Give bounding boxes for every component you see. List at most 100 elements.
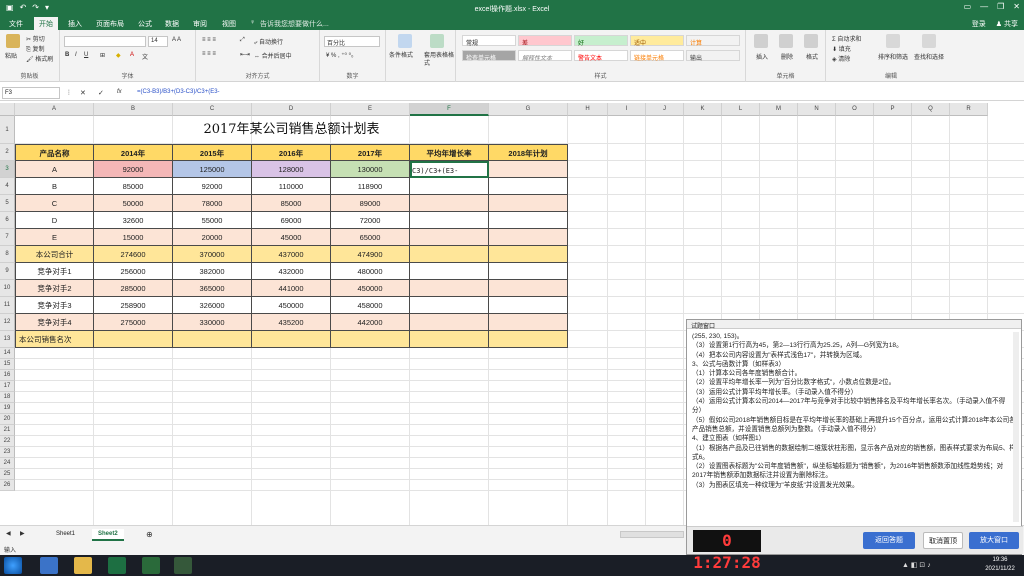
delete-cells-button[interactable]: 删除	[781, 52, 793, 61]
style-good[interactable]: 好	[574, 35, 628, 47]
row-header-11[interactable]: 11	[0, 297, 15, 314]
table-cell[interactable]	[410, 280, 489, 297]
row-header-22[interactable]: 22	[0, 436, 15, 447]
table-cell[interactable]: 256000	[94, 263, 173, 280]
table-cell[interactable]	[489, 195, 568, 212]
table-cell[interactable]: 15000	[94, 229, 173, 246]
row-header-7[interactable]: 7	[0, 229, 15, 246]
table-cell[interactable]: E	[15, 229, 94, 246]
tab-formulas[interactable]: 公式	[138, 19, 152, 29]
table-cell[interactable]: D	[15, 212, 94, 229]
row-header-10[interactable]: 10	[0, 280, 15, 297]
tell-me-input[interactable]: 告诉我您想要做什么...	[260, 19, 329, 29]
tab-file[interactable]: 文件	[9, 19, 23, 29]
table-header-cell[interactable]: 2018年计划	[489, 144, 568, 161]
table-cell[interactable]	[410, 178, 489, 195]
restore-icon[interactable]: ❐	[997, 2, 1004, 11]
table-header-cell[interactable]: 平均年增长率	[410, 144, 489, 161]
style-check-cell[interactable]: 检查单元格	[462, 50, 516, 62]
ribbon-display-icon[interactable]: ▭	[964, 2, 972, 11]
table-cell[interactable]: 437000	[252, 246, 331, 263]
column-header-e[interactable]: E	[331, 103, 410, 116]
table-header-cell[interactable]: 产品名称	[15, 144, 94, 161]
close-icon[interactable]: ✕	[1013, 2, 1020, 11]
row-header-26[interactable]: 26	[0, 480, 15, 491]
exam-taskbar-icon[interactable]	[174, 557, 192, 574]
start-icon[interactable]	[4, 557, 22, 574]
table-cell[interactable]: C3)/C3+(E3-	[410, 161, 489, 178]
wrap-text-button[interactable]: ⤶ 自动换行	[254, 37, 283, 47]
table-cell[interactable]	[489, 212, 568, 229]
format-painter-button[interactable]: 🖌 格式刷	[26, 54, 53, 63]
find-select-button[interactable]: 查找和选择	[914, 52, 944, 61]
italic-button[interactable]: I	[75, 52, 77, 58]
table-cell[interactable]	[410, 263, 489, 280]
excel-taskbar-icon[interactable]	[108, 557, 126, 574]
table-cell[interactable]: 382000	[173, 263, 252, 280]
paste-button[interactable]: 粘贴	[5, 51, 17, 60]
style-explanatory[interactable]: 解释性文本	[518, 50, 572, 62]
style-output[interactable]: 输出	[686, 50, 740, 62]
indent-icon[interactable]: ⇤⇥	[240, 51, 250, 58]
table-cell[interactable]	[410, 229, 489, 246]
explorer-icon[interactable]	[74, 557, 92, 574]
cancel-icon[interactable]: ✕	[80, 89, 86, 97]
style-normal[interactable]: 常规	[462, 35, 516, 47]
table-cell[interactable]	[410, 212, 489, 229]
table-cell[interactable]: 92000	[173, 178, 252, 195]
select-all[interactable]	[0, 103, 15, 116]
align-top-icon[interactable]: ≡ ≡ ≡	[202, 37, 216, 43]
table-cell[interactable]: 450000	[331, 280, 410, 297]
table-cell[interactable]: 130000	[331, 161, 410, 178]
table-cell[interactable]: 258900	[94, 297, 173, 314]
table-cell[interactable]: 118900	[331, 178, 410, 195]
table-cell[interactable]: 69000	[252, 212, 331, 229]
table-cell[interactable]: 78000	[173, 195, 252, 212]
table-cell[interactable]	[410, 246, 489, 263]
share-button[interactable]: ♟ 共享	[996, 19, 1018, 29]
number-format-icons[interactable]: ¥ % , ⁺⁰ ⁰₀	[326, 52, 353, 59]
minimize-icon[interactable]: —	[980, 2, 988, 11]
sort-filter-icon[interactable]	[886, 34, 900, 48]
table-cell[interactable]: 128000	[252, 161, 331, 178]
column-header-m[interactable]: M	[760, 103, 798, 116]
table-header-cell[interactable]: 2014年	[94, 144, 173, 161]
autosum-button[interactable]: Σ 自动求和	[832, 34, 861, 43]
table-cell[interactable]	[489, 314, 568, 331]
insert-cells-button[interactable]: 插入	[756, 52, 768, 61]
sheet-tab-1[interactable]: Sheet1	[50, 529, 81, 541]
paste-icon[interactable]	[6, 34, 20, 48]
table-cell[interactable]	[331, 331, 410, 348]
format-table-button[interactable]: 套用表格格式	[424, 52, 454, 68]
column-header-k[interactable]: K	[684, 103, 722, 116]
row-header-16[interactable]: 16	[0, 370, 15, 381]
table-cell[interactable]	[489, 246, 568, 263]
column-header-j[interactable]: J	[646, 103, 684, 116]
row-header-4[interactable]: 4	[0, 178, 15, 195]
row-header-25[interactable]: 25	[0, 469, 15, 480]
table-cell[interactable]: 442000	[331, 314, 410, 331]
format-cells-button[interactable]: 格式	[806, 52, 818, 61]
orientation-icon[interactable]: ⤢	[240, 37, 245, 44]
app-taskbar-icon[interactable]	[142, 557, 160, 574]
row-header-8[interactable]: 8	[0, 246, 15, 263]
tab-insert[interactable]: 插入	[68, 19, 82, 29]
column-header-f[interactable]: F	[410, 103, 489, 116]
phonetic-icon[interactable]: 文	[142, 52, 148, 61]
horizontal-scrollbar[interactable]	[620, 531, 684, 538]
add-sheet-icon[interactable]: ⊕	[146, 530, 153, 539]
row-header-3[interactable]: 3	[0, 161, 15, 178]
column-header-d[interactable]: D	[252, 103, 331, 116]
column-header-g[interactable]: G	[489, 103, 568, 116]
column-header-i[interactable]: I	[608, 103, 646, 116]
underline-button[interactable]: U	[84, 52, 88, 58]
tab-view[interactable]: 视图	[222, 19, 236, 29]
table-cell[interactable]: 285000	[94, 280, 173, 297]
row-header-5[interactable]: 5	[0, 195, 15, 212]
table-cell[interactable]: 20000	[173, 229, 252, 246]
table-cell[interactable]	[252, 331, 331, 348]
delete-cells-icon[interactable]	[779, 34, 793, 48]
panel-scrollbar[interactable]	[1013, 332, 1019, 522]
row-header-15[interactable]: 15	[0, 359, 15, 370]
tab-page-layout[interactable]: 页面布局	[96, 19, 124, 29]
